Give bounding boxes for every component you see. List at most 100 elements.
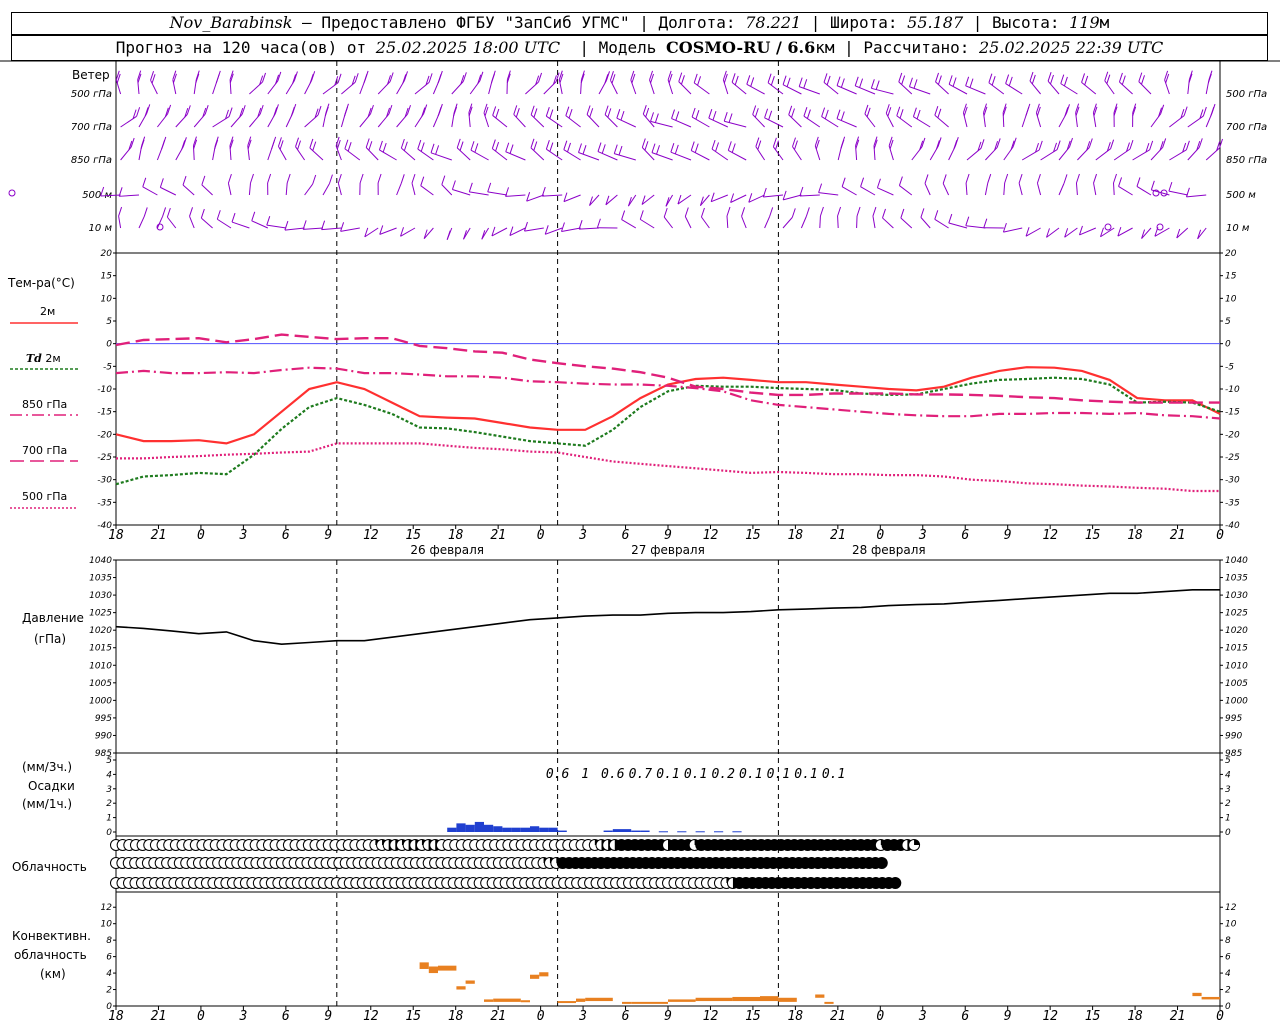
pressure-axis-label: 1025 [1225,609,1248,619]
time-axis-bottom-tick-label: 21 [151,1009,167,1024]
wind-barb [641,147,655,161]
wind-level-label: 500 м [1226,190,1256,201]
time-axis-bottom-tick-label: 3 [238,1009,247,1024]
conv-bar [824,1001,834,1004]
conv-bar [520,1000,530,1003]
wind-barb-feather [337,173,342,184]
temp-axis-label: 10 [1225,294,1237,304]
wind-barb [212,116,230,128]
wind-barb [864,113,876,128]
precip-3h-label: 0.1 [656,767,679,782]
calm-wind-circle [1104,223,1112,231]
wind-barb [934,114,949,128]
pressure-axis-label: 1030 [89,591,112,601]
pressure-axis-label: 1010 [1225,661,1248,671]
day-label: 26 февраля [410,543,484,557]
wind-barb [935,81,949,95]
wind-barb [860,186,876,196]
wind-barb-feather [644,141,649,151]
wind-barb-feather [324,106,329,117]
wind-barb-feather [769,207,774,217]
wind-barb-feather [1104,71,1109,81]
wind-barb [841,186,857,196]
wind-barb-feather [768,110,773,120]
wind-barb-feather [279,140,284,150]
wind-barb-feather [694,143,699,153]
wind-barb [492,115,508,128]
wind-barb-feather [317,105,322,116]
time-axis-top-tick-label: 9 [324,528,332,543]
precip-3h-label: 0.2 [711,767,735,782]
wind-barb [561,227,581,233]
wind-barb-feather [468,182,473,192]
wind-barb-feather [1118,72,1123,83]
wind-barb-feather [708,109,713,119]
wind-barb [741,216,747,229]
wind-barb-feather [882,208,886,219]
wind-barb [377,81,391,95]
wind-barb-feather [996,138,1001,148]
wind-barb-feather [495,108,500,119]
wind-barb [924,183,931,196]
wind-barb [411,183,416,196]
wind-barb-feather [182,175,187,186]
wind-barb-feather [948,213,953,224]
wind-barb-feather [821,107,826,117]
wind-barb-feather [616,109,621,119]
wind-barb-feather [793,140,798,150]
wind-barb-feather [487,182,492,193]
precip-3h-label: 0.1 [767,767,790,782]
wind-barb-feather [215,73,220,84]
precip-3h-label: 0.1 [684,767,707,782]
wind-barb-feather [1063,76,1068,87]
wind-barb-feather [277,137,282,147]
calm-wind-circle [1156,223,1164,231]
wind-barb-feather [459,141,464,151]
wind-barb [1113,148,1131,161]
cloud-upper-symbol [908,839,921,851]
precip-axis-label: 5 [1225,756,1231,766]
wind-barb [321,227,342,231]
wind-barb-feather [470,141,475,151]
wind-barb-feather [368,141,373,151]
conv-label-3: (км) [40,967,66,981]
conv-bar [530,974,540,979]
wind-barb [182,184,195,196]
wind-barb [898,81,913,95]
pressure-axis-label: 1000 [1225,696,1248,706]
precip-axis-label: 2 [106,799,112,809]
wind-barb-feather [271,139,276,150]
wind-barb-feather [948,75,953,85]
wind-barb-feather [515,108,520,118]
wind-barb-feather [840,139,845,150]
wind-level-label: 850 гПа [71,155,112,166]
wind-barb [341,81,356,95]
cloud-circle [875,857,888,869]
conv-axis-label: 6 [1225,953,1231,963]
wind-barb [304,183,314,196]
cloud-label: Облачность [12,860,87,874]
pressure-axis-label: 995 [95,714,112,724]
precip-bar [714,831,724,833]
wind-barb-feather [987,173,992,184]
wind-barb-feather [582,145,587,155]
wind-barb-feather [344,139,349,149]
wind-barb-feather [538,72,543,83]
wind-barb [483,112,490,128]
conv-bar [428,966,438,974]
precip-3h-label: 0.6 [546,767,570,782]
precip-bar [695,831,705,833]
wind-barb-feather [309,138,314,149]
wind-barb-feather [389,72,394,82]
wind-barb-feather [1084,75,1089,86]
precip-label: Осадки [28,779,75,793]
time-axis-top-tick-label: 18 [788,528,804,543]
wind-barb-feather [231,212,236,223]
conv-bar [815,994,825,998]
wind-barb [1095,148,1111,161]
wind-barb [1047,80,1060,95]
time-axis-bottom-tick-label: 15 [1085,1009,1101,1024]
wind-barb-feather [1036,173,1041,184]
pressure-axis-label: 995 [1225,714,1242,724]
wind-barb-feather [214,139,219,149]
